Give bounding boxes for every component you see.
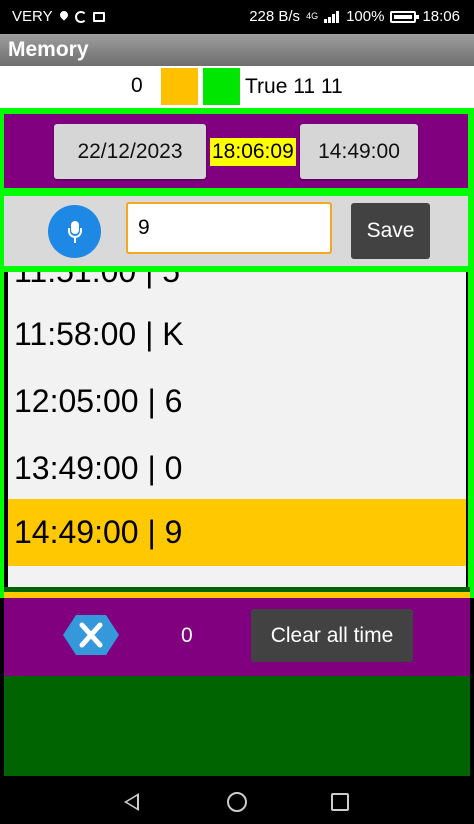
xamarin-logo-icon[interactable] xyxy=(62,613,120,657)
date-row: 22/12/2023 18:06:09 14:49:00 xyxy=(4,114,468,188)
save-button[interactable]: Save xyxy=(351,203,430,259)
divider xyxy=(0,188,474,196)
sync-icon xyxy=(74,10,87,23)
frame-right xyxy=(468,108,474,598)
microphone-icon xyxy=(67,220,82,243)
nav-bar xyxy=(0,778,474,824)
date-button[interactable]: 22/12/2023 xyxy=(54,124,206,179)
recent-apps-icon[interactable] xyxy=(331,793,349,811)
list-item[interactable]: 11:58:00 | K xyxy=(8,301,466,368)
status-text: True 11 11 xyxy=(245,75,343,98)
battery-icon xyxy=(390,10,420,23)
carrier-label: VERY xyxy=(12,8,53,25)
green-panel xyxy=(4,676,470,776)
time-list[interactable]: 11:51:00 | 5 11:58:00 | K 12:05:00 | 6 1… xyxy=(8,272,466,587)
back-icon[interactable] xyxy=(124,793,139,811)
top-info-row: 0 True 11 11 xyxy=(0,66,474,108)
top-counter: 0 xyxy=(131,74,143,97)
location-icon xyxy=(59,11,69,23)
network-speed: 228 B/s xyxy=(249,8,301,25)
network-type: 4G xyxy=(306,11,319,21)
time-button[interactable]: 14:49:00 xyxy=(300,124,418,179)
status-bar: VERY 228 B/s 4G 100% 18:06 xyxy=(0,0,474,34)
bottom-bar: 0 Clear all time xyxy=(4,598,470,676)
signal-icon xyxy=(324,10,340,23)
title-bar: Memory xyxy=(0,34,474,66)
bottom-counter: 0 xyxy=(181,624,193,647)
status-clock: 18:06 xyxy=(422,8,460,25)
entry-row: Save xyxy=(4,196,468,266)
entry-input[interactable] xyxy=(126,202,332,254)
battery-percent: 100% xyxy=(346,8,385,25)
green-indicator xyxy=(203,68,240,105)
microphone-button[interactable] xyxy=(48,205,101,258)
list-item[interactable]: 13:49:00 | 0 xyxy=(8,435,466,502)
app-title: Memory xyxy=(8,38,89,61)
current-time: 18:06:09 xyxy=(210,138,296,166)
home-icon[interactable] xyxy=(227,792,247,812)
list-item[interactable]: 12:05:00 | 6 xyxy=(8,368,466,435)
list-item-selected[interactable]: 14:49:00 | 9 xyxy=(8,499,466,566)
clear-all-button[interactable]: Clear all time xyxy=(251,609,413,662)
mail-icon xyxy=(92,11,105,22)
orange-indicator xyxy=(161,68,198,105)
